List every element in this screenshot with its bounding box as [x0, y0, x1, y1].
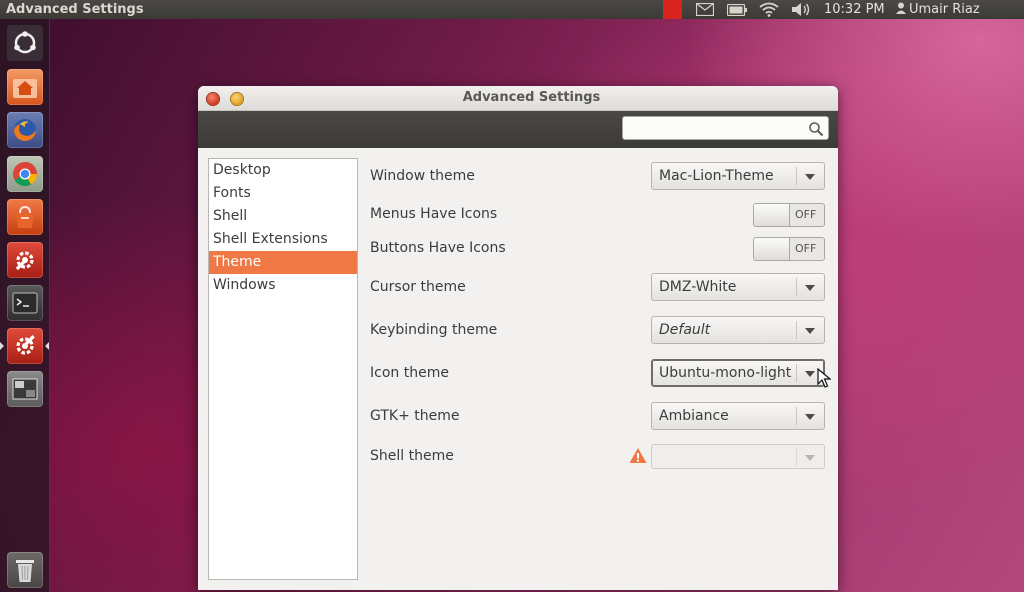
gtk-theme-label: GTK+ theme [370, 408, 460, 424]
shell-theme-dropdown [651, 444, 825, 469]
gtk-theme-value: Ambiance [659, 408, 729, 424]
toggle-state: OFF [795, 208, 817, 221]
launcher [0, 19, 50, 592]
search-box[interactable] [622, 116, 829, 140]
top-panel: Advanced Settings 10:32 PM Umair Riaz [0, 0, 1024, 19]
dropdown-separator [796, 167, 797, 185]
home-folder-icon[interactable] [7, 69, 43, 105]
icon-theme-value: Ubuntu-mono-light [659, 365, 792, 381]
user-name: Umair Riaz [909, 2, 980, 17]
window-title: Advanced Settings [462, 90, 601, 105]
user-menu[interactable]: Umair Riaz [896, 0, 980, 19]
dropdown-separator [796, 278, 797, 296]
dropdown-separator [796, 407, 797, 425]
workspace-switcher-icon[interactable] [7, 371, 43, 407]
terminal-icon[interactable] [7, 285, 43, 321]
dropdown-separator [796, 448, 797, 466]
sidebar-item-desktop[interactable]: Desktop [209, 159, 357, 182]
ubuntu-home-icon[interactable] [7, 25, 43, 61]
buttons-have-icons-label: Buttons Have Icons [370, 240, 506, 256]
firefox-icon[interactable] [7, 112, 43, 148]
chevron-down-icon [805, 371, 815, 377]
mail-icon[interactable] [695, 2, 715, 17]
cursor-theme-value: DMZ-White [659, 279, 737, 295]
window-theme-label: Window theme [370, 168, 475, 184]
search-icon[interactable] [808, 121, 824, 137]
clock[interactable]: 10:32 PM [824, 0, 885, 19]
volume-icon[interactable] [790, 2, 812, 17]
toggle-knob [754, 204, 790, 226]
active-indicator [0, 342, 4, 350]
software-center-icon[interactable] [7, 199, 43, 235]
toggle-state: OFF [795, 242, 817, 255]
advanced-settings-window: Advanced Settings Desktop Fonts Shell Sh… [198, 86, 838, 590]
window-theme-dropdown[interactable]: Mac-Lion-Theme [651, 162, 825, 190]
sidebar-item-theme[interactable]: Theme [209, 251, 357, 274]
cursor-theme-label: Cursor theme [370, 279, 466, 295]
keybinding-theme-value: Default [659, 322, 711, 338]
sidebar-item-shell-extensions[interactable]: Shell Extensions [209, 228, 357, 251]
user-icon [896, 1, 906, 14]
wifi-icon[interactable] [759, 2, 779, 17]
keybinding-theme-label: Keybinding theme [370, 322, 498, 338]
chevron-down-icon [805, 285, 815, 291]
toolbar [198, 111, 838, 148]
trash-icon[interactable] [7, 552, 43, 588]
app-title: Advanced Settings [6, 2, 144, 17]
menus-have-icons-label: Menus Have Icons [370, 206, 498, 222]
system-settings-icon[interactable] [7, 242, 43, 278]
keybinding-theme-dropdown[interactable]: Default [651, 316, 825, 344]
search-input[interactable] [627, 118, 811, 140]
shell-theme-label: Shell theme [370, 448, 454, 464]
mouse-pointer-icon [817, 367, 832, 388]
sidebar-item-shell[interactable]: Shell [209, 205, 357, 228]
dropdown-separator [796, 364, 797, 382]
chevron-down-icon [805, 414, 815, 420]
notification-icon[interactable] [663, 0, 682, 19]
icon-theme-dropdown[interactable]: Ubuntu-mono-light [651, 359, 825, 387]
cursor-theme-dropdown[interactable]: DMZ-White [651, 273, 825, 301]
chevron-down-icon [805, 328, 815, 334]
gtk-theme-dropdown[interactable]: Ambiance [651, 402, 825, 430]
buttons-have-icons-toggle[interactable]: OFF [753, 237, 825, 261]
chevron-down-icon [805, 455, 815, 461]
icon-theme-label: Icon theme [370, 365, 449, 381]
titlebar[interactable]: Advanced Settings [198, 86, 838, 111]
advanced-settings-icon[interactable] [7, 328, 43, 364]
chevron-down-icon [805, 174, 815, 180]
window-theme-value: Mac-Lion-Theme [659, 168, 774, 184]
dropdown-separator [796, 321, 797, 339]
battery-icon[interactable] [726, 2, 748, 17]
category-sidebar: Desktop Fonts Shell Shell Extensions The… [208, 158, 358, 580]
sidebar-item-windows[interactable]: Windows [209, 274, 357, 297]
focus-indicator [45, 342, 49, 350]
menus-have-icons-toggle[interactable]: OFF [753, 203, 825, 227]
warning-icon [629, 447, 647, 464]
chrome-icon[interactable] [7, 156, 43, 192]
sidebar-item-fonts[interactable]: Fonts [209, 182, 357, 205]
toggle-knob [754, 238, 790, 260]
